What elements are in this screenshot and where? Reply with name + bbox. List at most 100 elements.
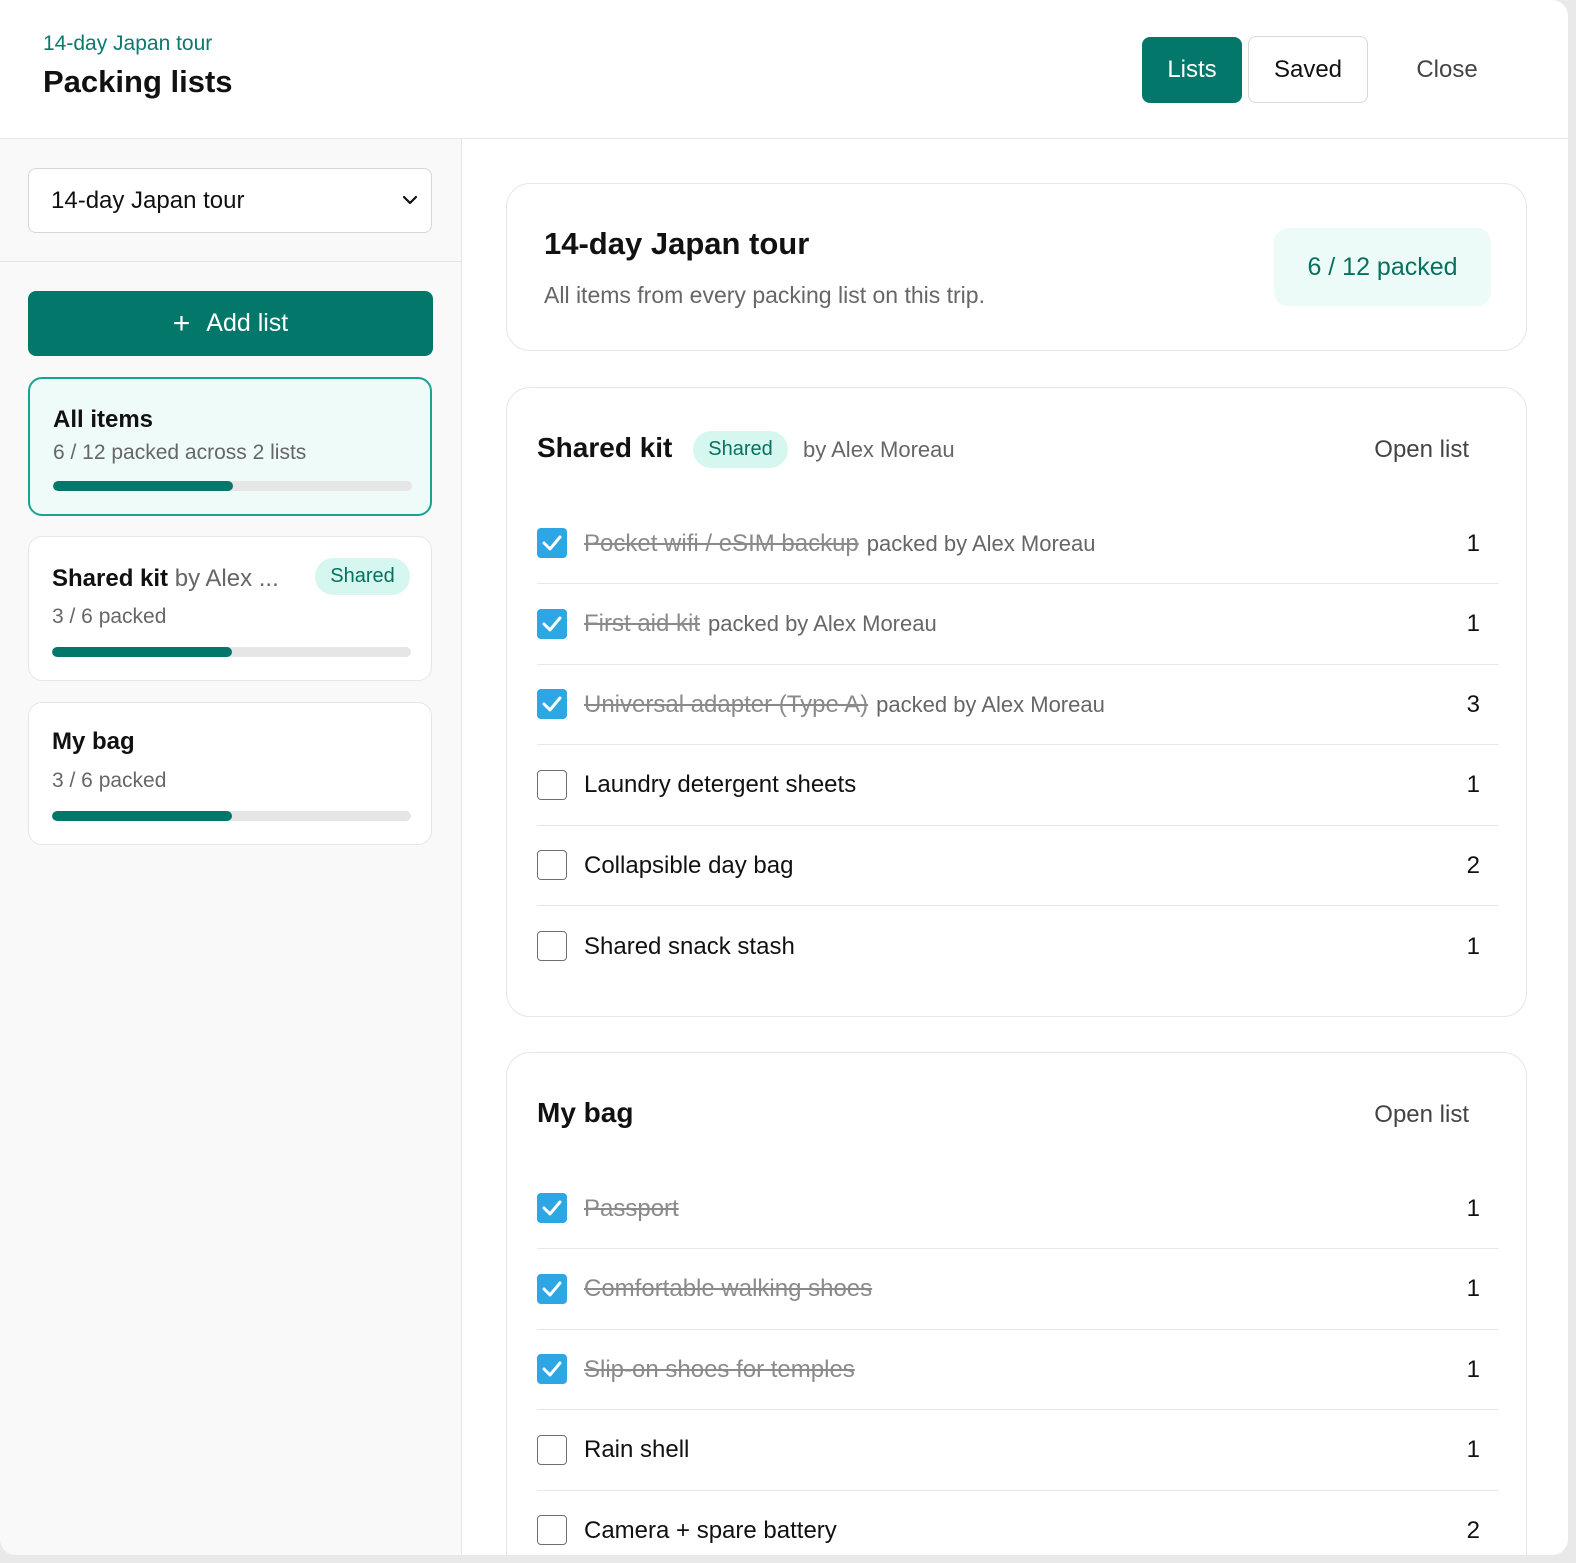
card-title: All items — [53, 406, 154, 433]
item-quantity: 1 — [1466, 932, 1480, 960]
sidebar-item-all-items[interactable]: All items 6 / 12 packed across 2 lists — [28, 377, 432, 516]
plus-icon: + — [172, 306, 191, 340]
packing-lists-modal: 14-day Japan tour Packing lists Lists Sa… — [0, 0, 1568, 1555]
item-name: Collapsible day bag — [584, 851, 794, 879]
sidebar-divider — [0, 261, 462, 262]
sidebar: 14-day Japan tour + Add list All items 6… — [0, 139, 462, 1555]
trip-select[interactable]: 14-day Japan tour — [28, 168, 432, 233]
trip-summary-card: 14-day Japan tour All items from every p… — [506, 183, 1527, 351]
packed-count-badge: 6 / 12 packed — [1274, 228, 1491, 306]
item-name-row: Laundry detergent sheets — [584, 745, 856, 826]
item-name-row: Collapsible day bag — [584, 825, 793, 906]
trip-title: 14-day Japan tour — [544, 226, 810, 261]
shared-badge: Shared — [693, 431, 788, 468]
item-name: Shared snack stash — [584, 932, 795, 960]
progress-fill — [53, 481, 233, 491]
list-item: Passport 1 — [537, 1168, 1498, 1249]
checkbox[interactable] — [537, 850, 567, 881]
item-name-row: Comfortable walking shoes — [584, 1249, 872, 1330]
progress-fill — [52, 647, 232, 657]
list-owner: by Alex Moreau — [803, 437, 955, 462]
list-item: Slip-on shoes for temples 1 — [537, 1329, 1498, 1411]
checkbox-checked[interactable] — [537, 1354, 567, 1385]
item-name: Laundry detergent sheets — [584, 771, 857, 799]
item-quantity: 1 — [1466, 1275, 1480, 1303]
check-icon — [542, 1361, 562, 1377]
check-icon — [542, 696, 562, 712]
list-card-shared-kit: Shared kit Shared by Alex Moreau Open li… — [506, 387, 1527, 1017]
list-item: Universal adapter (Type A) packed by Alex… — [537, 664, 1498, 746]
item-name-row: Shared snack stash — [584, 906, 795, 987]
packed-by-label: packed by Alex Moreau — [876, 691, 1105, 717]
sidebar-item-my-bag[interactable]: My bag 3 / 6 packed — [28, 702, 432, 845]
list-card-my-bag: My bag Open list Passport 1 Comfortable wa… — [506, 1052, 1527, 1555]
item-quantity: 1 — [1466, 610, 1480, 638]
list-item: Rain shell 1 — [537, 1410, 1498, 1491]
saved-button[interactable]: Saved — [1248, 36, 1368, 103]
item-name: Slip-on shoes for temples — [584, 1355, 855, 1383]
page-title: Packing lists — [43, 64, 233, 99]
open-list-button[interactable]: Open list — [1374, 436, 1469, 464]
card-title: My bag — [52, 728, 135, 755]
list-title: Shared kit — [537, 432, 673, 463]
item-name-row: Universal adapter (Type A) packed by Alex… — [584, 664, 1105, 745]
item-name: Pocket wifi / eSIM backup — [584, 529, 859, 557]
shared-badge: Shared — [315, 558, 410, 595]
packed-by-label: packed by Alex Moreau — [866, 530, 1096, 556]
checkbox[interactable] — [537, 931, 567, 961]
packed-by-label: packed by Alex Moreau — [708, 611, 937, 637]
list-item: Camera + spare battery 2 — [537, 1490, 1498, 1555]
list-item: Laundry detergent sheets 1 — [537, 745, 1498, 826]
checkbox[interactable] — [537, 769, 567, 800]
card-subtitle: 3 / 6 packed — [52, 605, 167, 628]
checkbox[interactable] — [537, 1434, 567, 1465]
checkbox-checked[interactable] — [537, 608, 567, 639]
item-name-row: Camera + spare battery — [584, 1490, 837, 1555]
progress-bar — [53, 481, 412, 491]
item-name: Passport — [584, 1194, 679, 1222]
add-list-button[interactable]: + Add list — [28, 291, 433, 356]
item-name: Comfortable walking shoes — [584, 1275, 873, 1303]
card-title: Shared kit — [52, 565, 169, 592]
item-quantity: 1 — [1466, 1194, 1480, 1222]
list-item: Comfortable walking shoes 1 — [537, 1249, 1498, 1330]
card-title-row: Shared kit by Alex ... — [52, 565, 279, 593]
progress-fill — [52, 811, 232, 821]
list-item: Collapsible day bag 2 — [537, 825, 1498, 907]
item-quantity: 1 — [1466, 771, 1480, 799]
checkbox-checked[interactable] — [537, 1193, 567, 1223]
main-content: 14-day Japan tour All items from every p… — [463, 139, 1568, 1555]
open-list-button[interactable]: Open list — [1374, 1101, 1469, 1129]
item-quantity: 3 — [1466, 690, 1480, 718]
item-quantity: 2 — [1466, 1516, 1480, 1544]
checkbox[interactable] — [537, 1515, 567, 1546]
card-owner: by Alex ... — [174, 565, 279, 592]
sidebar-item-shared-kit[interactable]: Shared kit by Alex ... Shared 3 / 6 pack… — [28, 536, 432, 681]
chevron-down-icon — [402, 195, 418, 205]
list-item: First aid kit packed by Alex Moreau 1 — [537, 584, 1498, 665]
item-name: First aid kit — [584, 610, 701, 638]
item-quantity: 1 — [1466, 1436, 1480, 1464]
item-name: Universal adapter (Type A) — [584, 690, 869, 718]
checkbox-checked[interactable] — [537, 528, 567, 558]
checkbox-checked[interactable] — [537, 1273, 567, 1304]
trip-select-value: 14-day Japan tour — [51, 186, 245, 214]
progress-bar — [52, 811, 411, 821]
breadcrumb[interactable]: 14-day Japan tour — [43, 32, 212, 56]
item-quantity: 1 — [1466, 1355, 1480, 1383]
item-name-row: Pocket wifi / eSIM backup packed by Alex … — [584, 503, 1095, 584]
item-name-row: Passport — [584, 1168, 679, 1249]
item-quantity: 2 — [1466, 851, 1480, 879]
checkbox-checked[interactable] — [537, 689, 567, 720]
item-name-row: First aid kit packed by Alex Moreau — [584, 584, 937, 665]
close-button[interactable]: Close — [1372, 37, 1522, 103]
item-name-row: Slip-on shoes for temples — [584, 1329, 855, 1410]
trip-description: All items from every packing list on thi… — [544, 282, 985, 308]
list-item: Pocket wifi / eSIM backup packed by Alex … — [537, 503, 1498, 584]
card-subtitle: 3 / 6 packed — [52, 769, 167, 792]
check-icon — [542, 1281, 562, 1297]
add-list-label: Add list — [206, 309, 289, 337]
item-quantity: 1 — [1466, 529, 1480, 557]
lists-button[interactable]: Lists — [1142, 36, 1242, 103]
modal-header: 14-day Japan tour Packing lists Lists Sa… — [0, 0, 1568, 139]
